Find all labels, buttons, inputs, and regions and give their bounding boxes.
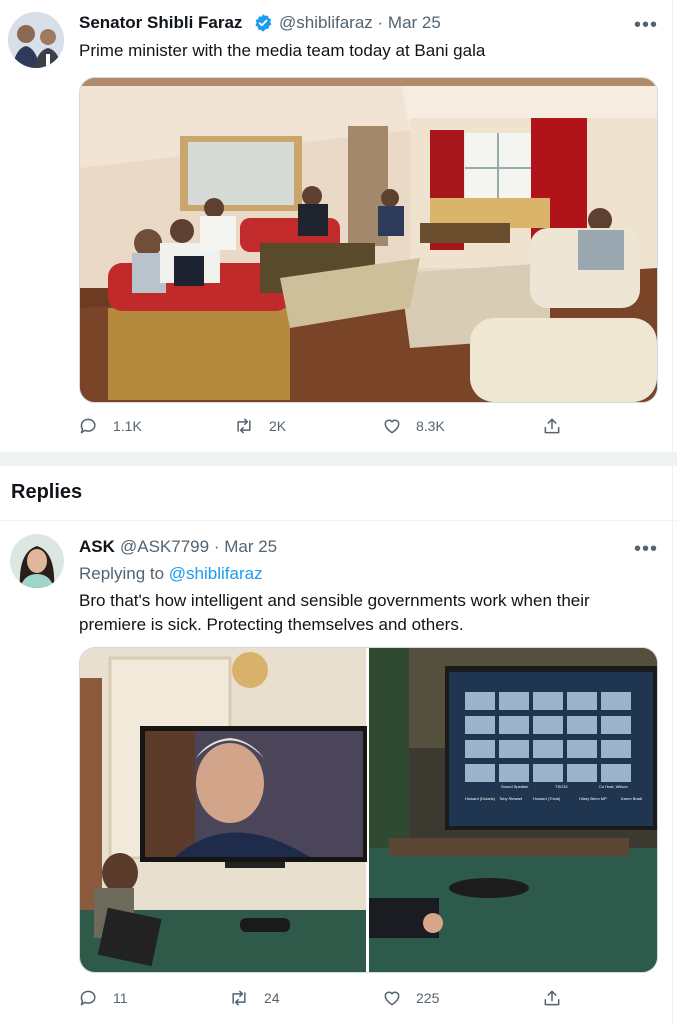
reply-icon	[80, 990, 96, 1006]
replying-to-line: Replying to @shiblifaraz	[79, 564, 263, 584]
screen-tile-label: Toby Stewart	[499, 796, 523, 801]
reply-reply-count: 11	[113, 990, 128, 1006]
screen-tile-label: Howard (Tricia)	[533, 796, 561, 801]
reply-action[interactable]: 1.1K	[79, 416, 142, 436]
living-room-image	[80, 78, 657, 402]
retweet-icon	[232, 990, 246, 1006]
reply-more-options-button[interactable]: •••	[634, 538, 658, 561]
like-count: 8.3K	[416, 418, 445, 434]
right-photo-video-call: Sound Speaker TSO32 Co Host, Wilson Howa…	[369, 648, 657, 972]
reply-author-handle[interactable]: @ASK7799 · Mar 25	[120, 537, 277, 557]
author-avatar[interactable]	[8, 12, 64, 68]
more-options-button[interactable]: •••	[634, 14, 658, 37]
share-icon	[544, 990, 560, 1006]
reply-date[interactable]: · Mar 25	[214, 537, 277, 556]
reply-text: Bro that's how intelligent and sensible …	[79, 591, 590, 634]
author-name[interactable]: Senator Shibli Faraz	[79, 13, 242, 33]
author-handle[interactable]: @shiblifaraz · Mar 25	[279, 13, 441, 33]
reply-author-name[interactable]: ASK	[79, 537, 115, 557]
retweet-count: 2K	[269, 418, 287, 434]
tweet-text: Prime minister with the media team today…	[79, 41, 486, 60]
screen-tile-label: Howard (Dolaris)	[465, 796, 496, 801]
verified-badge-icon	[253, 13, 273, 33]
avatar-photo	[8, 12, 64, 68]
share-icon	[544, 418, 560, 434]
heart-icon	[384, 419, 400, 434]
reply-like-action[interactable]: 225	[382, 988, 439, 1008]
section-divider	[0, 452, 677, 466]
reply-like-count: 225	[416, 990, 440, 1006]
reply-share-button[interactable]	[542, 988, 562, 1013]
screen-tile-label: Karen Bradl	[621, 796, 642, 801]
like-action[interactable]: 8.3K	[382, 416, 445, 436]
reply-divider	[0, 520, 677, 521]
retweet-action[interactable]: 2K	[233, 416, 286, 436]
avatar-photo	[10, 534, 64, 588]
heart-icon	[384, 991, 400, 1006]
replying-to-label: Replying to	[79, 564, 165, 583]
reply-handle-text[interactable]: @ASK7799	[120, 537, 209, 556]
reply-icon	[80, 418, 96, 434]
reply-retweet-action[interactable]: 24	[228, 988, 280, 1008]
reply-media[interactable]: Sound Speaker TSO32 Co Host, Wilson Howa…	[79, 647, 658, 973]
screen-tile-label: Co Host, Wilson	[599, 784, 628, 789]
screen-tile-label: Sound Speaker	[501, 784, 529, 789]
reply-count: 1.1K	[113, 418, 142, 434]
tweet-date[interactable]: · Mar 25	[378, 13, 441, 32]
reply-avatar[interactable]	[10, 534, 64, 588]
right-edge-border	[672, 0, 673, 1024]
handle-text[interactable]: @shiblifaraz	[279, 13, 373, 32]
replying-to-link[interactable]: @shiblifaraz	[169, 564, 263, 583]
retweet-icon	[237, 418, 251, 434]
tweet-photo[interactable]	[79, 77, 658, 403]
screen-tile-label: TSO32	[555, 784, 568, 789]
share-button[interactable]	[542, 416, 562, 441]
screen-tile-label: Hilary Benn MP	[579, 796, 607, 801]
reply-reply-action[interactable]: 11	[79, 988, 128, 1008]
reply-retweet-count: 24	[264, 990, 280, 1006]
replies-heading: Replies	[11, 481, 83, 503]
